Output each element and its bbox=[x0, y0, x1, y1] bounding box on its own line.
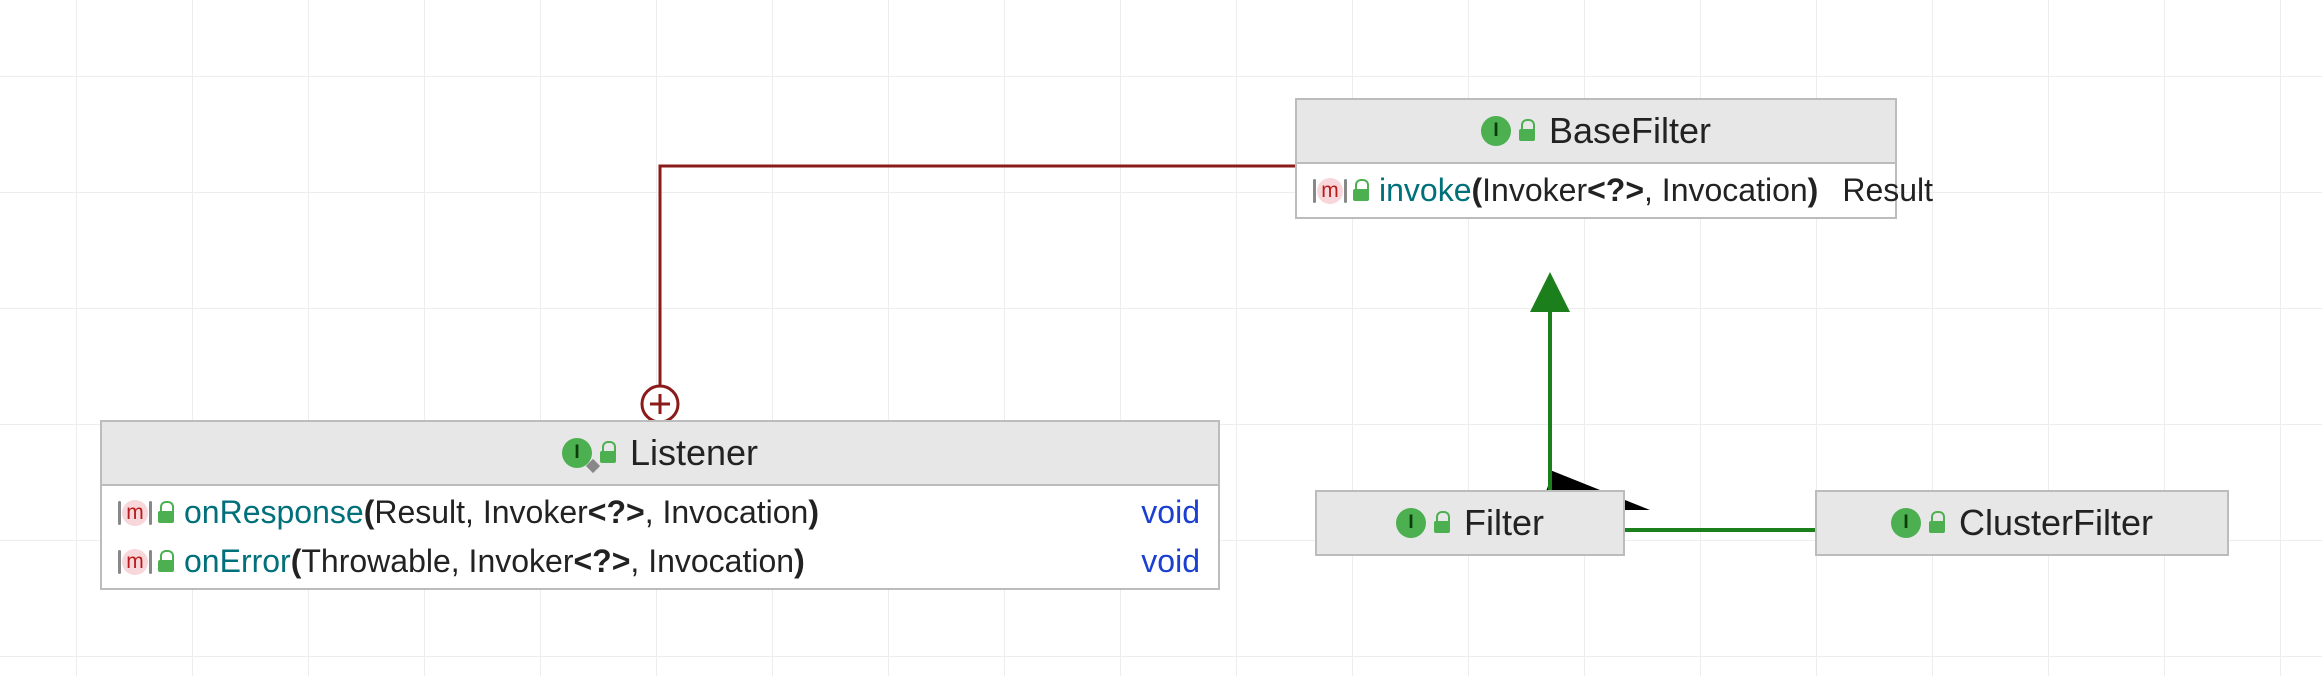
interface-icon: I bbox=[562, 438, 592, 468]
lock-icon bbox=[158, 503, 174, 523]
method-invoke[interactable]: m invoke(Invoker<?>, Invocation) Result bbox=[1297, 164, 1895, 217]
lock-icon bbox=[1519, 121, 1535, 141]
node-basefilter[interactable]: I BaseFilter m invoke(Invoker<?>, Invoca… bbox=[1295, 98, 1897, 219]
node-filter-title: Filter bbox=[1464, 502, 1544, 544]
lock-icon bbox=[1353, 181, 1369, 201]
node-clusterfilter-title: ClusterFilter bbox=[1959, 502, 2153, 544]
interface-icon: I bbox=[1481, 116, 1511, 146]
method-icon: m bbox=[120, 498, 150, 528]
lock-icon bbox=[600, 443, 616, 463]
method-onerror[interactable]: m onError(Throwable, Invoker<?>, Invocat… bbox=[102, 539, 1218, 588]
method-name: invoke bbox=[1379, 172, 1472, 208]
method-icon: m bbox=[1315, 176, 1345, 206]
method-name: onError bbox=[184, 543, 291, 579]
node-listener-title: Listener bbox=[630, 432, 758, 474]
interface-icon: I bbox=[1396, 508, 1426, 538]
interface-icon: I bbox=[1891, 508, 1921, 538]
node-basefilter-title: BaseFilter bbox=[1549, 110, 1711, 152]
method-return: void bbox=[1127, 543, 1200, 580]
lock-icon bbox=[158, 552, 174, 572]
node-listener-header: I Listener bbox=[102, 422, 1218, 486]
node-filter[interactable]: I Filter bbox=[1315, 490, 1625, 556]
lock-icon bbox=[1434, 513, 1450, 533]
node-filter-header: I Filter bbox=[1317, 492, 1623, 554]
method-onresponse[interactable]: m onResponse(Result, Invoker<?>, Invocat… bbox=[102, 486, 1218, 539]
node-basefilter-header: I BaseFilter bbox=[1297, 100, 1895, 164]
method-return: void bbox=[1127, 494, 1200, 531]
node-listener[interactable]: I Listener m onResponse(Result, Invoker<… bbox=[100, 420, 1220, 590]
method-return: Result bbox=[1828, 172, 1933, 209]
method-icon: m bbox=[120, 547, 150, 577]
node-clusterfilter[interactable]: I ClusterFilter bbox=[1815, 490, 2229, 556]
method-name: onResponse bbox=[184, 494, 364, 530]
pin-icon bbox=[586, 459, 600, 473]
node-clusterfilter-header: I ClusterFilter bbox=[1817, 492, 2227, 554]
lock-icon bbox=[1929, 513, 1945, 533]
